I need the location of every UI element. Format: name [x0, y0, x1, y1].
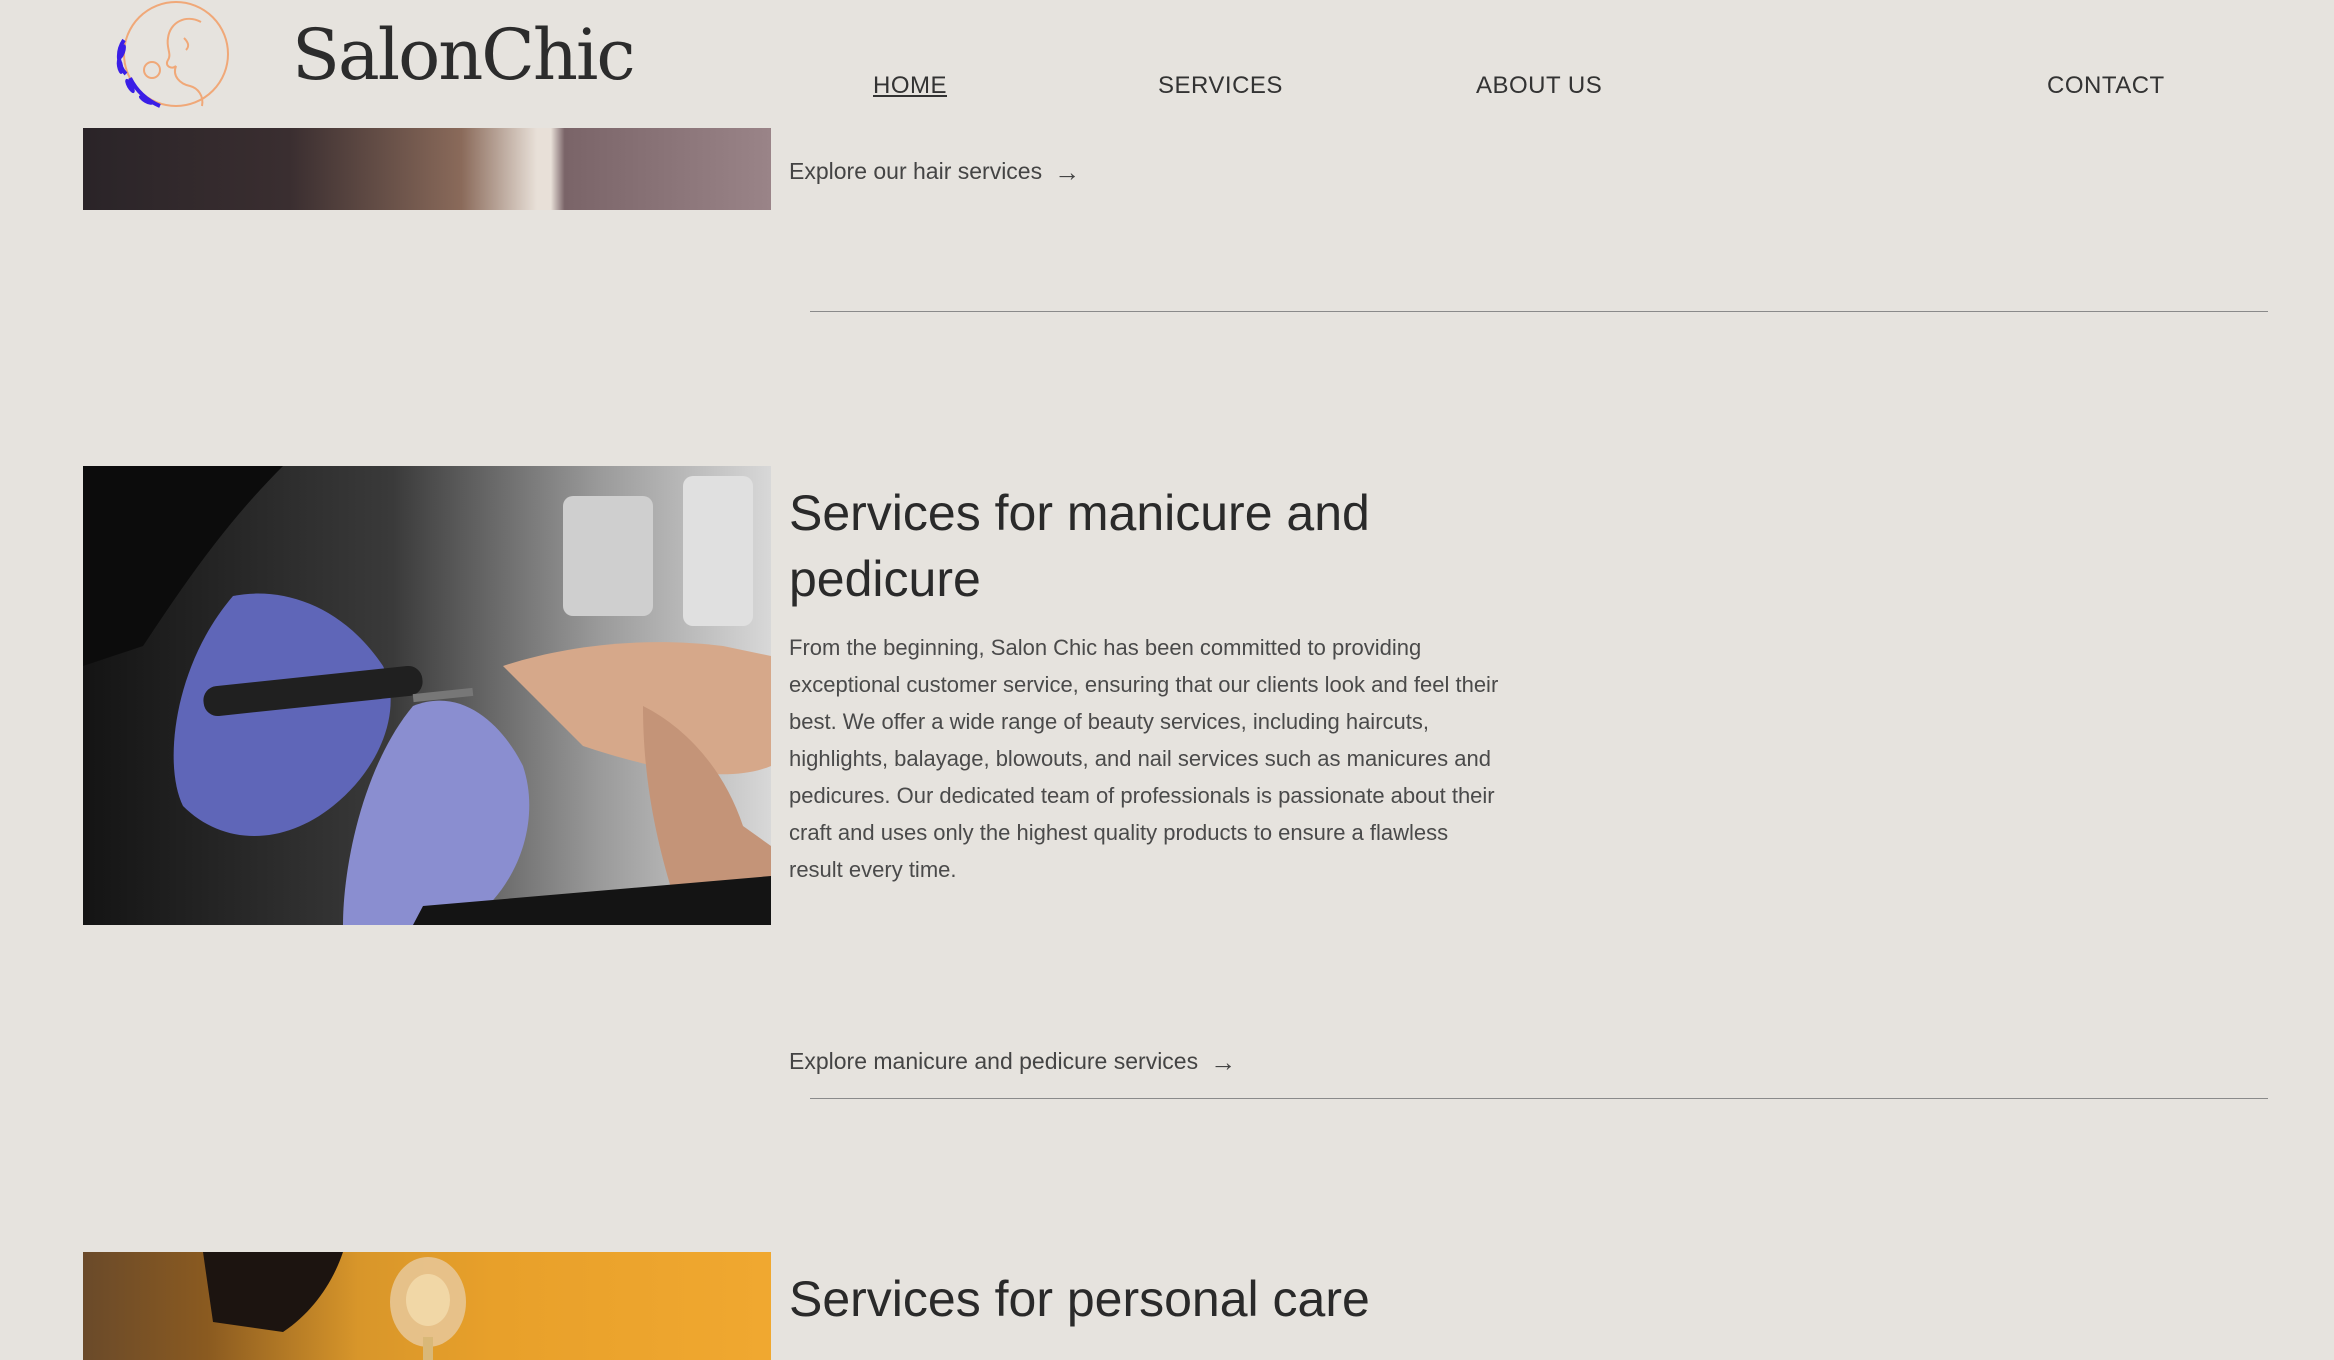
- section-divider: [810, 1098, 2268, 1099]
- personal-care-image: [83, 1252, 771, 1360]
- salon-logo-icon[interactable]: [106, 0, 230, 112]
- explore-manicure-services-link[interactable]: Explore manicure and pedicure services →: [789, 1048, 1236, 1075]
- explore-manicure-label: Explore manicure and pedicure services: [789, 1048, 1199, 1074]
- page: SalonChic HOME SERVICES ABOUT US CONTACT…: [0, 0, 2334, 1360]
- hair-services-image: [83, 128, 771, 210]
- site-header: SalonChic HOME SERVICES ABOUT US CONTACT: [0, 0, 2334, 128]
- manicure-section-title: Services for manicure and pedicure: [789, 485, 1370, 607]
- personal-care-photo: [203, 1252, 466, 1360]
- manicure-image: [83, 466, 771, 925]
- manicure-section-body: From the beginning, Salon Chic has been …: [789, 635, 1499, 882]
- manicure-photo: [83, 466, 771, 925]
- explore-hair-services-link[interactable]: Explore our hair services →: [789, 158, 1080, 185]
- personal-care-section-title: Services for personal care: [789, 1271, 1370, 1327]
- arrow-right-icon: →: [1210, 1046, 1237, 1077]
- nav-contact[interactable]: CONTACT: [2047, 72, 2165, 100]
- section-divider: [810, 311, 2268, 312]
- nav-about-us[interactable]: ABOUT US: [1476, 72, 1602, 100]
- nav-home[interactable]: HOME: [873, 72, 947, 100]
- brand-name[interactable]: SalonChic: [292, 20, 636, 90]
- nav-services[interactable]: SERVICES: [1158, 72, 1283, 100]
- arrow-right-icon: →: [1054, 156, 1081, 187]
- explore-hair-label: Explore our hair services: [789, 158, 1043, 184]
